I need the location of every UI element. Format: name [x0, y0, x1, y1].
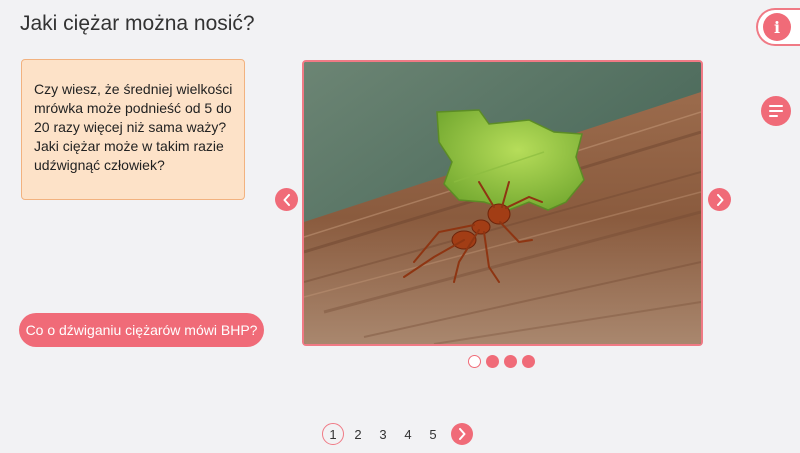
- carousel-dot-4[interactable]: [522, 355, 535, 368]
- carousel-dot-2[interactable]: [486, 355, 499, 368]
- pagination: 1 2 3 4 5: [322, 423, 473, 445]
- page-title: Jaki ciężar można nosić?: [20, 12, 255, 35]
- page-link-1[interactable]: 1: [322, 423, 344, 445]
- page-link-2[interactable]: 2: [347, 423, 369, 445]
- chevron-right-icon: [459, 428, 466, 440]
- info-card-text: Czy wiesz, że średniej wielkości mrówka …: [34, 81, 233, 173]
- ant-carrying-leaf-image: [304, 62, 701, 344]
- chevron-right-icon: [716, 193, 723, 206]
- page: Jaki ciężar można nosić? i Czy wiesz, że…: [0, 0, 800, 453]
- carousel-dots: [468, 355, 535, 368]
- carousel-prev-button[interactable]: [275, 188, 298, 211]
- page-link-4[interactable]: 4: [397, 423, 419, 445]
- chevron-left-icon: [283, 193, 290, 206]
- info-tab[interactable]: i: [756, 8, 800, 46]
- page-link-3[interactable]: 3: [372, 423, 394, 445]
- info-icon[interactable]: i: [763, 13, 791, 41]
- hamburger-menu-icon: [769, 105, 783, 117]
- info-card: Czy wiesz, że średniej wielkości mrówka …: [21, 59, 245, 200]
- carousel-next-button[interactable]: [708, 188, 731, 211]
- carousel-dot-3[interactable]: [504, 355, 517, 368]
- pagination-next-button[interactable]: [451, 423, 473, 445]
- bhp-question-button[interactable]: Co o dźwiganiu ciężarów mówi BHP?: [19, 313, 264, 347]
- page-link-5[interactable]: 5: [422, 423, 444, 445]
- carousel-dot-1[interactable]: [468, 355, 481, 368]
- menu-button[interactable]: [761, 96, 791, 126]
- carousel-image: [302, 60, 703, 346]
